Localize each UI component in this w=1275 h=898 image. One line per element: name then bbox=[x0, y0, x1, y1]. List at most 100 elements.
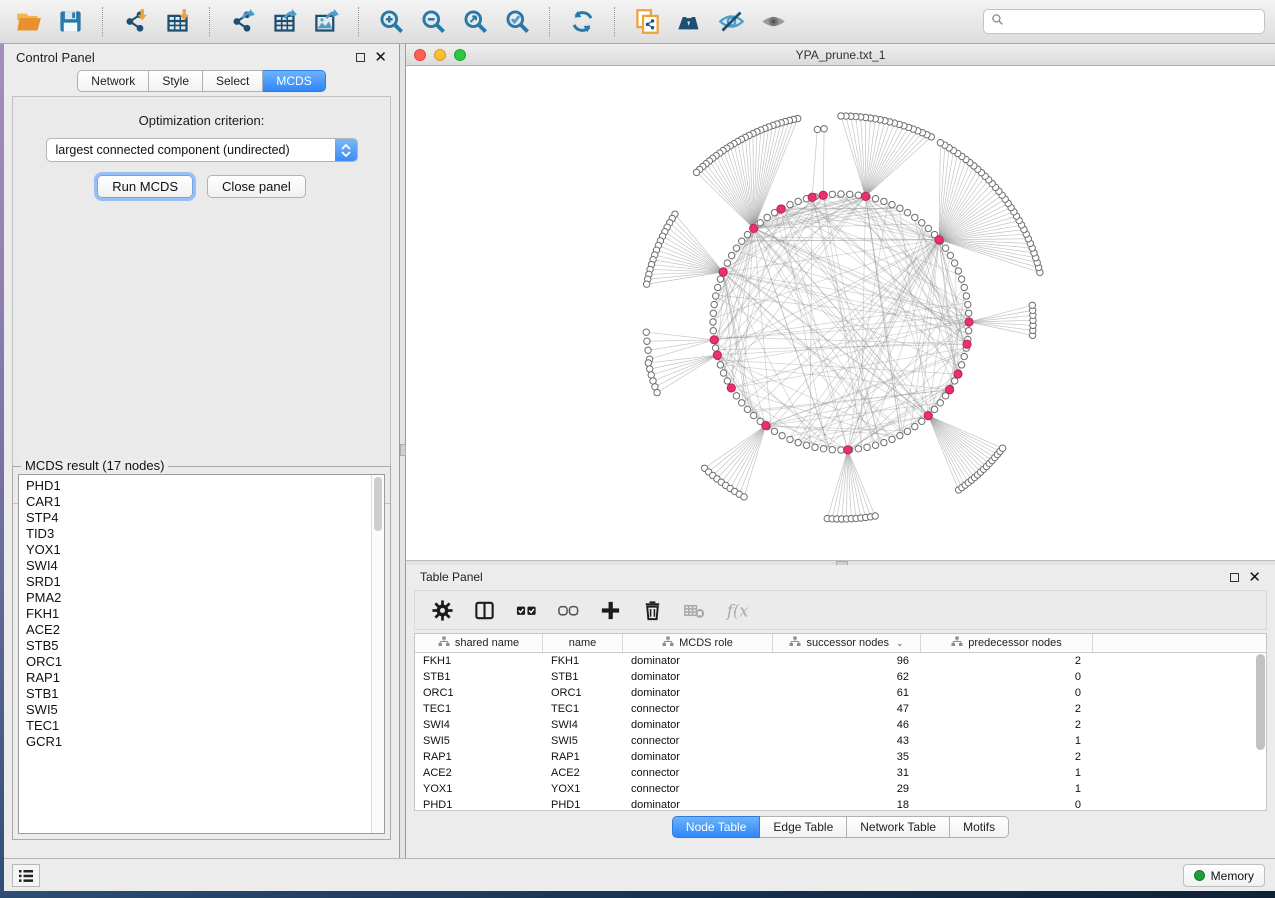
table-row[interactable]: SWI5SWI5connector431 bbox=[415, 733, 1266, 749]
table-row[interactable]: YOX1YOX1connector291 bbox=[415, 781, 1266, 797]
mcds-result-item[interactable]: CAR1 bbox=[26, 494, 384, 510]
network-node[interactable] bbox=[951, 260, 957, 266]
export-image-icon[interactable] bbox=[308, 6, 344, 38]
network-node[interactable] bbox=[855, 446, 861, 452]
mcds-result-item[interactable]: STB5 bbox=[26, 638, 384, 654]
control-tab-select[interactable]: Select bbox=[203, 70, 263, 92]
table-row[interactable]: ACE2ACE2connector311 bbox=[415, 765, 1266, 781]
mcds-result-item[interactable]: ORC1 bbox=[26, 654, 384, 670]
select-all-rows-icon[interactable] bbox=[515, 599, 538, 622]
network-node[interactable] bbox=[966, 310, 972, 316]
mcds-result-item[interactable]: YOX1 bbox=[26, 542, 384, 558]
network-node[interactable] bbox=[757, 220, 763, 226]
network-node[interactable] bbox=[872, 442, 878, 448]
table-settings-gear-icon[interactable] bbox=[431, 599, 454, 622]
network-node[interactable] bbox=[897, 205, 903, 211]
network-node[interactable] bbox=[937, 400, 943, 406]
mcds-result-item[interactable]: TEC1 bbox=[26, 718, 384, 734]
network-node[interactable] bbox=[966, 328, 972, 334]
network-node[interactable] bbox=[645, 347, 651, 353]
add-column-icon[interactable] bbox=[599, 599, 622, 622]
table-row[interactable]: ORC1ORC1dominator610 bbox=[415, 685, 1266, 701]
network-node[interactable] bbox=[795, 439, 801, 445]
network-node[interactable] bbox=[963, 293, 969, 299]
dominator-node[interactable] bbox=[945, 386, 953, 394]
network-node[interactable] bbox=[654, 389, 660, 395]
dominator-node[interactable] bbox=[861, 192, 869, 200]
network-node[interactable] bbox=[728, 252, 734, 258]
dominator-node[interactable] bbox=[954, 370, 962, 378]
table-scrollbar-thumb[interactable] bbox=[1256, 654, 1265, 750]
network-node[interactable] bbox=[711, 301, 717, 307]
column-header-shared-name[interactable]: shared name bbox=[415, 634, 543, 652]
node-table[interactable]: shared namenameMCDS rolesuccessor nodes⌄… bbox=[414, 633, 1267, 811]
mcds-result-item[interactable]: SRD1 bbox=[26, 574, 384, 590]
dominator-node[interactable] bbox=[762, 421, 770, 429]
close-panel-button[interactable]: Close panel bbox=[207, 175, 306, 198]
network-node[interactable] bbox=[712, 293, 718, 299]
show-column-icon[interactable] bbox=[473, 599, 496, 622]
import-table-icon[interactable] bbox=[159, 6, 195, 38]
optimization-criterion-select[interactable]: largest connected component (undirected) bbox=[46, 138, 358, 162]
network-node[interactable] bbox=[919, 220, 925, 226]
network-node[interactable] bbox=[838, 113, 844, 119]
zoom-fit-icon[interactable] bbox=[457, 6, 493, 38]
network-node[interactable] bbox=[787, 436, 793, 442]
network-canvas[interactable] bbox=[406, 66, 1275, 560]
dominator-node[interactable] bbox=[710, 336, 718, 344]
network-node[interactable] bbox=[646, 366, 652, 372]
dominator-node[interactable] bbox=[924, 412, 932, 420]
network-node[interactable] bbox=[648, 372, 654, 378]
network-node[interactable] bbox=[710, 310, 716, 316]
memory-button[interactable]: Memory bbox=[1183, 864, 1265, 887]
control-tab-style[interactable]: Style bbox=[149, 70, 203, 92]
network-node[interactable] bbox=[872, 513, 878, 519]
refresh-icon[interactable] bbox=[564, 6, 600, 38]
network-node[interactable] bbox=[643, 329, 649, 335]
run-mcds-button[interactable]: Run MCDS bbox=[97, 175, 193, 198]
close-panel-icon[interactable]: ✕ bbox=[1248, 573, 1261, 582]
network-node[interactable] bbox=[937, 140, 943, 146]
network-node[interactable] bbox=[803, 442, 809, 448]
first-neighbors-icon[interactable] bbox=[671, 6, 707, 38]
dominator-node[interactable] bbox=[727, 384, 735, 392]
export-network-icon[interactable] bbox=[224, 6, 260, 38]
table-row[interactable]: RAP1RAP1dominator352 bbox=[415, 749, 1266, 765]
network-node[interactable] bbox=[771, 428, 777, 434]
network-node[interactable] bbox=[779, 432, 785, 438]
network-node[interactable] bbox=[710, 328, 716, 334]
hide-selected-icon[interactable] bbox=[713, 6, 749, 38]
dominator-node[interactable] bbox=[935, 236, 943, 244]
network-node[interactable] bbox=[744, 231, 750, 237]
column-header-MCDS-role[interactable]: MCDS role bbox=[623, 634, 773, 652]
network-node[interactable] bbox=[955, 268, 961, 274]
network-node[interactable] bbox=[958, 276, 964, 282]
dominator-node[interactable] bbox=[719, 268, 727, 276]
network-window-titlebar[interactable]: YPA_prune.txt_1 bbox=[406, 44, 1275, 66]
network-node[interactable] bbox=[889, 201, 895, 207]
table-row[interactable]: FKH1FKH1dominator962 bbox=[415, 653, 1266, 669]
network-node[interactable] bbox=[958, 362, 964, 368]
network-node[interactable] bbox=[739, 238, 745, 244]
dominator-node[interactable] bbox=[808, 193, 816, 201]
network-node[interactable] bbox=[904, 209, 910, 215]
network-node[interactable] bbox=[961, 284, 967, 290]
network-node[interactable] bbox=[919, 418, 925, 424]
show-all-icon[interactable] bbox=[755, 6, 791, 38]
dominator-node[interactable] bbox=[963, 340, 971, 348]
network-node[interactable] bbox=[864, 444, 870, 450]
network-node[interactable] bbox=[912, 423, 918, 429]
table-row[interactable]: PHD1PHD1dominator180 bbox=[415, 797, 1266, 811]
mcds-result-item[interactable]: RAP1 bbox=[26, 670, 384, 686]
dominator-node[interactable] bbox=[844, 446, 852, 454]
network-node[interactable] bbox=[795, 198, 801, 204]
float-panel-icon[interactable] bbox=[356, 53, 365, 62]
network-node[interactable] bbox=[744, 406, 750, 412]
network-node[interactable] bbox=[881, 439, 887, 445]
dominator-node[interactable] bbox=[777, 205, 785, 213]
table-row[interactable]: SWI4SWI4dominator462 bbox=[415, 717, 1266, 733]
network-node[interactable] bbox=[812, 444, 818, 450]
dominator-node[interactable] bbox=[819, 191, 827, 199]
import-network-icon[interactable] bbox=[117, 6, 153, 38]
zoom-out-icon[interactable] bbox=[415, 6, 451, 38]
